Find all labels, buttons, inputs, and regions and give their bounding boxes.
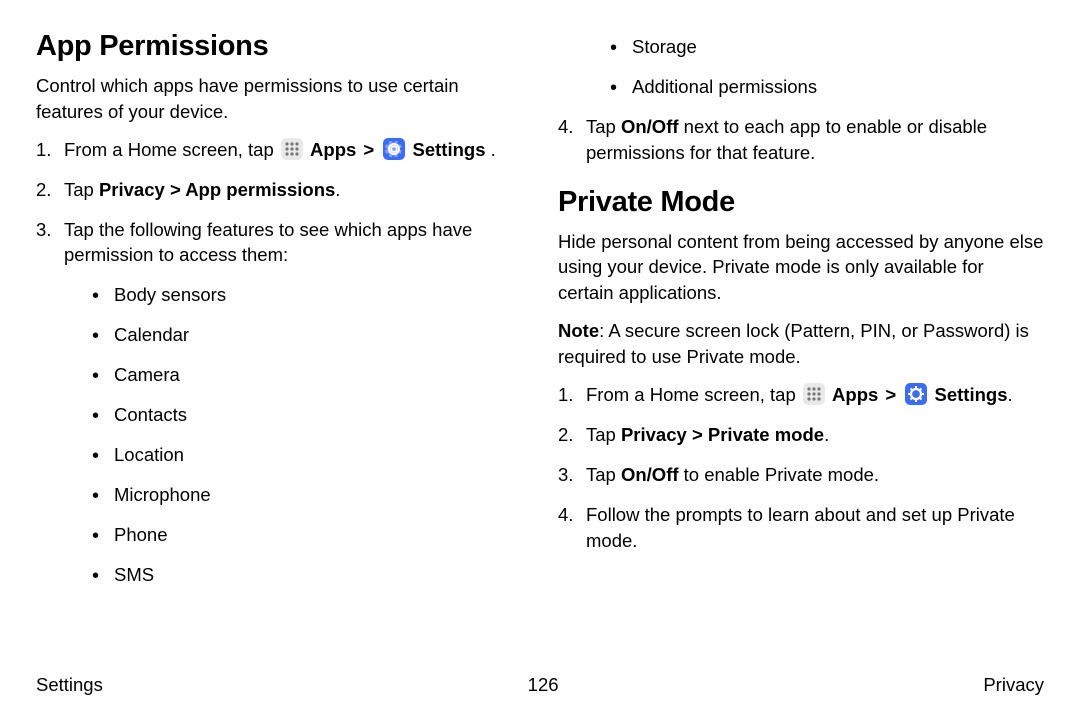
note-label: Note	[558, 320, 599, 341]
step-4: Tap On/Off next to each app to enable or…	[558, 114, 1044, 166]
pm-step-1-prefix: From a Home screen, tap	[586, 384, 801, 405]
right-column: Storage Additional permissions Tap On/Of…	[558, 30, 1044, 670]
feature-list-right: Storage Additional permissions	[558, 34, 1044, 100]
note-rest: : A secure screen lock (Pattern, PIN, or…	[558, 320, 1029, 367]
step-2-suffix: .	[335, 179, 340, 200]
step-1: From a Home screen, tap Apps > Settings …	[36, 137, 522, 163]
settings-icon	[905, 383, 927, 405]
chevron-icon: >	[363, 139, 374, 160]
pm-step-2-suffix: .	[824, 424, 829, 445]
settings-label: Settings	[935, 384, 1008, 405]
step-2: Tap Privacy > App permissions.	[36, 177, 522, 203]
step-3-text: Tap the following features to see which …	[64, 219, 472, 266]
step-3: Tap the following features to see which …	[36, 217, 522, 588]
list-item: Calendar	[92, 322, 522, 348]
list-item: Storage	[610, 34, 1044, 60]
pm-step-2: Tap Privacy > Private mode.	[558, 422, 1044, 448]
apps-icon	[803, 383, 825, 405]
footer-right: Privacy	[983, 674, 1044, 696]
pm-step-3: Tap On/Off to enable Private mode.	[558, 462, 1044, 488]
settings-icon	[383, 138, 405, 160]
footer-left: Settings	[36, 674, 103, 696]
app-permissions-steps-cont: Tap On/Off next to each app to enable or…	[558, 114, 1044, 166]
app-permissions-steps: From a Home screen, tap Apps > Settings …	[36, 137, 522, 588]
step-1-text: From a Home screen, tap	[64, 139, 279, 160]
list-item: Camera	[92, 362, 522, 388]
apps-label: Apps	[310, 139, 356, 160]
feature-list-left: Body sensors Calendar Camera Contacts Lo…	[64, 282, 522, 587]
private-mode-intro: Hide personal content from being accesse…	[558, 229, 1044, 307]
pm-step-1-suffix: .	[1008, 384, 1013, 405]
step-4-prefix: Tap	[586, 116, 621, 137]
pm-step-3-rest: to enable Private mode.	[679, 464, 880, 485]
pm-step-3-prefix: Tap	[586, 464, 621, 485]
settings-label: Settings	[413, 139, 486, 160]
step-2-prefix: Tap	[64, 179, 99, 200]
app-permissions-intro: Control which apps have permissions to u…	[36, 73, 522, 125]
private-mode-note: Note: A secure screen lock (Pattern, PIN…	[558, 318, 1044, 370]
apps-icon	[281, 138, 303, 160]
private-mode-title: Private Mode	[558, 186, 1044, 219]
list-item: Location	[92, 442, 522, 468]
list-item: Body sensors	[92, 282, 522, 308]
page-footer: Settings 126 Privacy	[36, 674, 1044, 696]
list-item: Contacts	[92, 402, 522, 428]
list-item: Additional permissions	[610, 74, 1044, 100]
pm-step-4: Follow the prompts to learn about and se…	[558, 502, 1044, 554]
step-2-bold: Privacy > App permissions	[99, 179, 335, 200]
pm-step-2-prefix: Tap	[586, 424, 621, 445]
list-item: Microphone	[92, 482, 522, 508]
app-permissions-title: App Permissions	[36, 30, 522, 63]
step-1-suffix: .	[491, 139, 496, 160]
left-column: App Permissions Control which apps have …	[36, 30, 522, 670]
step-4-bold: On/Off	[621, 116, 679, 137]
private-mode-steps: From a Home screen, tap Apps > Settings.…	[558, 382, 1044, 553]
chevron-icon: >	[885, 384, 896, 405]
footer-page-number: 126	[528, 674, 559, 696]
list-item: SMS	[92, 562, 522, 588]
list-item: Phone	[92, 522, 522, 548]
pm-step-3-bold: On/Off	[621, 464, 679, 485]
content-columns: App Permissions Control which apps have …	[36, 30, 1044, 670]
pm-step-2-bold: Privacy > Private mode	[621, 424, 824, 445]
pm-step-1: From a Home screen, tap Apps > Settings.	[558, 382, 1044, 408]
apps-label: Apps	[832, 384, 878, 405]
